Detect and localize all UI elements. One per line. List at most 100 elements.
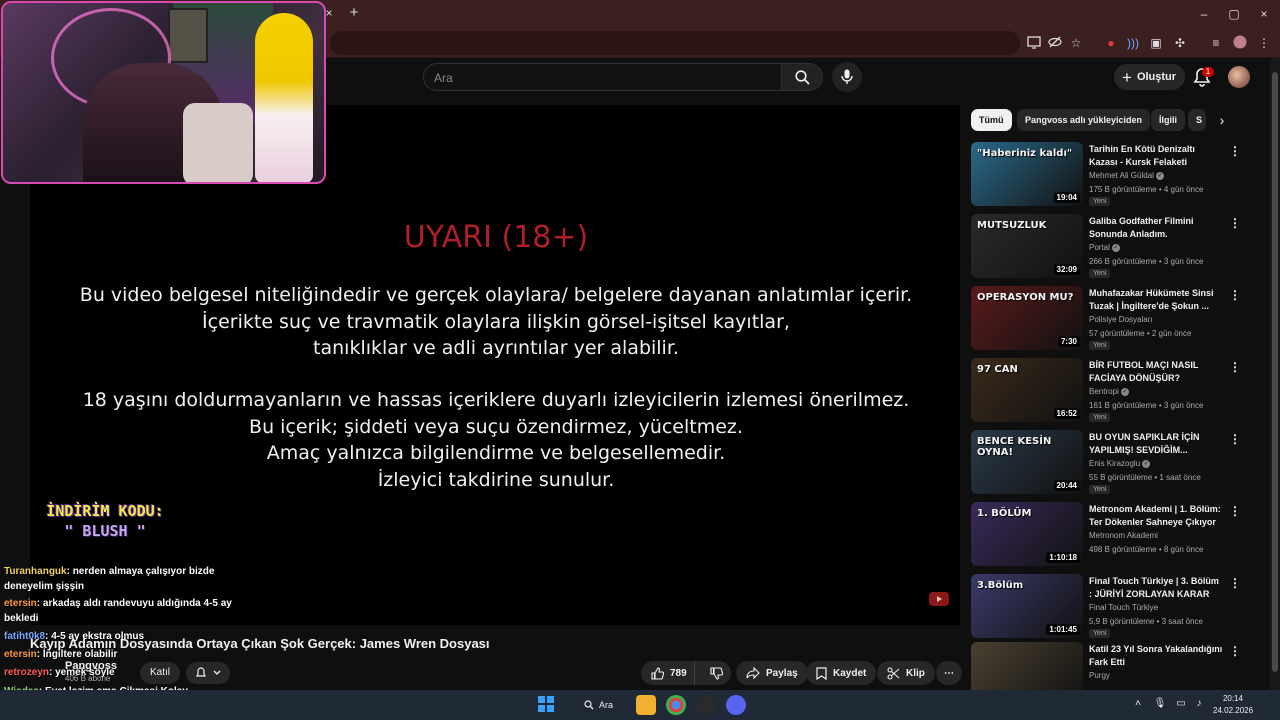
more-vertical-icon[interactable]: ⋮ xyxy=(1229,144,1241,158)
clock-date: 24.02.2026 xyxy=(1213,706,1254,715)
save-button[interactable]: Kaydet xyxy=(806,661,877,685)
recommendation-title[interactable]: BİR FUTBOL MAÇI NASIL FACİAYA DÖNÜŞÜR? xyxy=(1089,359,1224,385)
channel-name[interactable]: Pangvoss xyxy=(65,660,117,672)
more-vertical-icon[interactable]: ⋮ xyxy=(1229,360,1241,374)
discount-code-value: " BLUSH " xyxy=(64,522,146,540)
notification-badge: 1 xyxy=(1202,67,1214,77)
video-duration: 20:44 xyxy=(1053,480,1080,491)
page-scrollbar[interactable] xyxy=(1270,58,1280,690)
recommendation-meta: 498 B görüntüleme • 8 gün önce xyxy=(1089,545,1204,554)
channel-watermark-icon[interactable] xyxy=(928,588,950,610)
webcam-poster xyxy=(168,8,208,63)
clock-time: 20:14 xyxy=(1222,694,1244,703)
thumbnail-text: 3.Bölüm xyxy=(977,580,1024,591)
video-thumbnail[interactable]: MUTSUZLUK 32:09 xyxy=(971,214,1083,278)
recommendation-channel[interactable]: Metronom Akademi xyxy=(1089,531,1158,540)
recommendation-item[interactable]: OPERASYON MU? 7:30 Muhafazakar Hükümete Si… xyxy=(971,286,1241,352)
more-vertical-icon[interactable]: ⋮ xyxy=(1229,432,1241,446)
eye-off-icon[interactable] xyxy=(1047,35,1063,51)
recommendation-channel[interactable]: Enis Kirazoglu ✓ xyxy=(1089,459,1151,468)
close-window-button[interactable]: × xyxy=(1255,6,1273,22)
new-tab-button[interactable]: + xyxy=(346,5,362,21)
warning-title: UYARI (18+) xyxy=(403,220,589,255)
app-icon[interactable] xyxy=(696,695,716,715)
more-vertical-icon[interactable]: ⋮ xyxy=(1229,216,1241,230)
windows-start-icon[interactable] xyxy=(538,696,554,712)
reading-list-icon[interactable]: ≡ xyxy=(1208,35,1224,51)
more-actions-button[interactable]: ⋯ xyxy=(936,661,962,685)
recommendation-title[interactable]: Metronom Akademi | 1. Bölüm: Ter Dökenle… xyxy=(1089,503,1224,529)
share-button[interactable]: Paylaş xyxy=(736,661,808,685)
profile-icon[interactable] xyxy=(1232,35,1248,51)
create-button[interactable]: + Oluştur xyxy=(1114,64,1185,90)
more-vertical-icon[interactable]: ⋮ xyxy=(1229,504,1241,518)
chrome-icon[interactable] xyxy=(666,695,686,715)
recommendation-item[interactable]: BENCE KESİN OYNA! 20:44 BU OYUN SAPIKLAR İ… xyxy=(971,430,1241,496)
chip-related[interactable]: İlgili xyxy=(1151,109,1185,131)
network-icon[interactable]: ▭ xyxy=(1174,697,1188,711)
recommendation-item[interactable]: 1. BÖLÜM 1:10:18 Metronom Akademi | 1. Böl… xyxy=(971,502,1241,568)
chevron-up-icon[interactable]: ˄ xyxy=(1131,697,1145,711)
join-button[interactable]: Katıl xyxy=(140,662,180,684)
recommendation-channel[interactable]: Final Touch Türkiye xyxy=(1089,603,1158,612)
more-vertical-icon[interactable]: ⋮ xyxy=(1229,288,1241,302)
recommendation-title[interactable]: Final Touch Türkiye | 3. Bölüm : JÜRİYİ … xyxy=(1089,575,1224,601)
like-dislike-group: 789 xyxy=(641,661,731,685)
channel-label: Enis Kirazoglu xyxy=(1089,459,1141,468)
recommendation-channel[interactable]: Portal ✓ xyxy=(1089,243,1120,252)
recommendation-item[interactable]: 97 CAN 16:52 BİR FUTBOL MAÇI NASIL FACİAYA… xyxy=(971,358,1241,424)
voice-search-button[interactable] xyxy=(832,62,862,92)
recommendation-item[interactable]: 3.Bölüm 1:01:45 Final Touch Türkiye | 3. B… xyxy=(971,574,1241,640)
scrollbar-thumb[interactable] xyxy=(1272,72,1278,672)
extensions-puzzle-icon[interactable]: ✣ xyxy=(1172,35,1188,51)
extension-red-icon[interactable]: ● xyxy=(1103,35,1119,51)
taskbar-search[interactable]: Ara xyxy=(578,694,628,716)
recommendation-item[interactable]: MUTSUZLUK 32:09 Galiba Godfather Filmini S… xyxy=(971,214,1241,280)
more-horizontal-icon: ⋯ xyxy=(944,667,954,679)
video-thumbnail[interactable]: 3.Bölüm 1:01:45 xyxy=(971,574,1083,638)
microphone-icon[interactable]: 🎙 xyxy=(1153,697,1167,711)
subscription-bell-button[interactable] xyxy=(186,662,230,684)
account-avatar[interactable] xyxy=(1228,66,1250,88)
minimize-button[interactable]: – xyxy=(1195,6,1213,22)
chip-partial[interactable]: S xyxy=(1188,109,1206,131)
file-explorer-icon[interactable] xyxy=(636,695,656,715)
video-thumbnail[interactable]: 1. BÖLÜM 1:10:18 xyxy=(971,502,1083,566)
recommendation-title[interactable]: Muhafazakar Hükümete Sinsi Tuzak | İngil… xyxy=(1089,287,1224,313)
recommendation-channel[interactable]: Polisiye Dosyaları xyxy=(1089,315,1153,324)
recommendation-title[interactable]: Katil 23 Yıl Sonra Yakalandığını Fark Et… xyxy=(1089,643,1224,669)
chevron-right-icon[interactable]: › xyxy=(1212,110,1232,130)
video-thumbnail[interactable]: OPERASYON MU? 7:30 xyxy=(971,286,1083,350)
more-vertical-icon[interactable]: ⋮ xyxy=(1229,576,1241,590)
recommendation-channel[interactable]: Mehmet Ali Güldal ✓ xyxy=(1089,171,1164,180)
browser-menu-icon[interactable]: ⋮ xyxy=(1256,35,1272,51)
dislike-button[interactable] xyxy=(701,661,731,685)
discord-icon[interactable] xyxy=(726,695,746,715)
recommendation-title[interactable]: Tarihin En Kötü Denizaltı Kazası - Kursk… xyxy=(1089,143,1224,169)
bookmark-star-icon[interactable]: ☆ xyxy=(1068,35,1084,51)
extension-audio-icon[interactable]: ))) xyxy=(1125,35,1141,51)
more-vertical-icon[interactable]: ⋮ xyxy=(1229,644,1241,658)
search-button[interactable] xyxy=(781,63,823,91)
recommendation-item[interactable]: "Haberiniz kaldı" 19:04 Tarihin En Kötü De… xyxy=(971,142,1241,208)
cast-icon[interactable] xyxy=(1026,35,1042,51)
clip-button[interactable]: Klip xyxy=(877,661,935,685)
taskbar-clock[interactable]: 20:14 24.02.2026 xyxy=(1213,693,1253,717)
chip-all[interactable]: Tümü xyxy=(971,109,1012,131)
recommendation-channel[interactable]: Purgy xyxy=(1089,671,1110,680)
video-thumbnail[interactable]: "Haberiniz kaldı" 19:04 xyxy=(971,142,1083,206)
video-thumbnail[interactable]: 97 CAN 16:52 xyxy=(971,358,1083,422)
video-thumbnail[interactable]: BENCE KESİN OYNA! 20:44 xyxy=(971,430,1083,494)
recommendation-title[interactable]: BU OYUN SAPIKLAR İÇİN YAPILMIŞ! SEVDİĞİM… xyxy=(1089,431,1224,457)
scissors-icon xyxy=(887,666,900,680)
volume-icon[interactable]: ♪ xyxy=(1192,697,1206,711)
new-badge: Yeni xyxy=(1089,269,1111,278)
recommendation-channel[interactable]: Bentropi ✓ xyxy=(1089,387,1129,396)
maximize-button[interactable]: ▢ xyxy=(1225,6,1243,22)
address-bar[interactable] xyxy=(330,31,1020,55)
like-button[interactable]: 789 xyxy=(641,661,696,685)
extension-shield-icon[interactable]: ▣ xyxy=(1148,35,1164,51)
recommendation-title[interactable]: Galiba Godfather Filmini Sonunda Anladım… xyxy=(1089,215,1224,241)
search-input[interactable] xyxy=(434,68,764,88)
chip-from-uploader[interactable]: Pangvoss adlı yükleyiciden xyxy=(1017,109,1151,131)
